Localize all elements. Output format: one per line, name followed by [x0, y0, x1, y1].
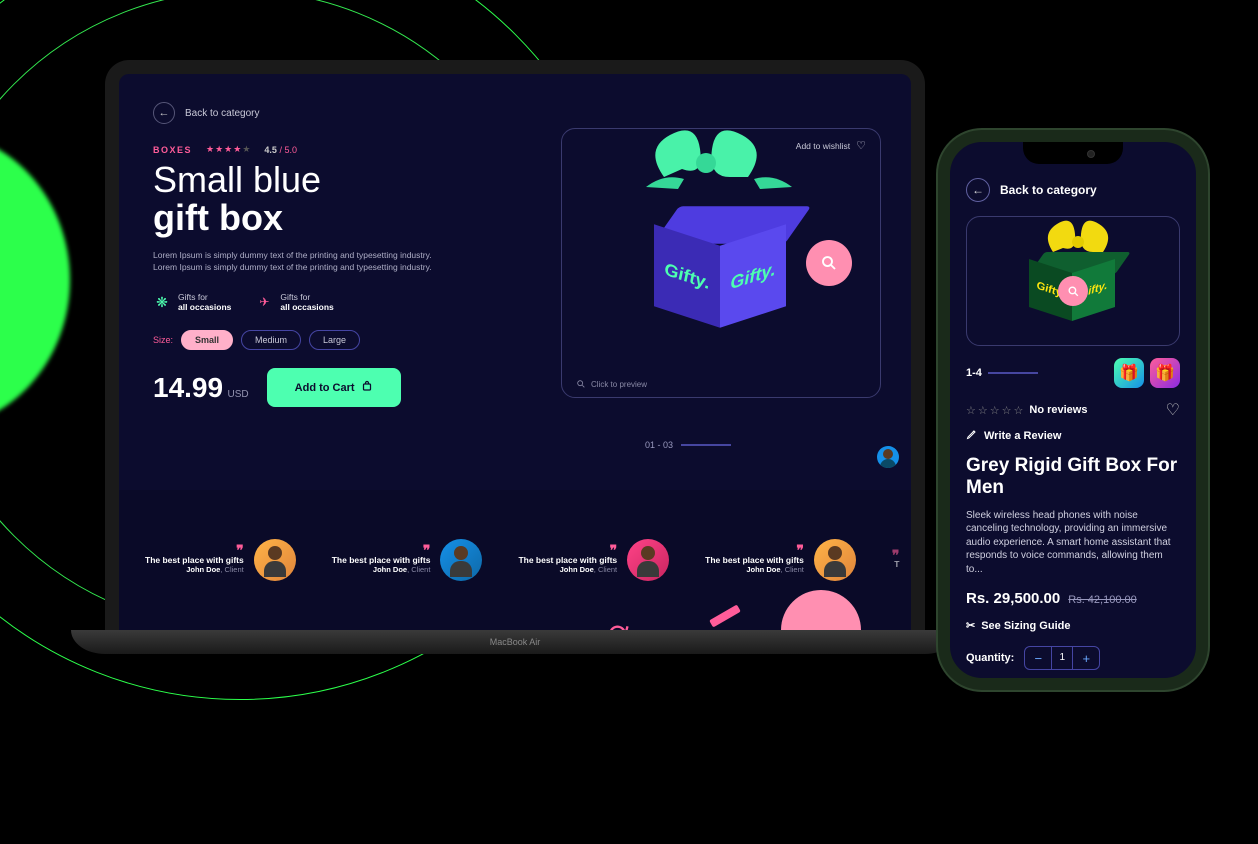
- wishlist-label[interactable]: Add to wishlist: [796, 141, 850, 151]
- rating-value: 4.5 / 5.0: [264, 145, 297, 155]
- size-option-large[interactable]: Large: [309, 330, 360, 350]
- phone-mockup: ← Back to category Gifty. Gifty. 1-4: [938, 130, 1208, 690]
- product-preview: Gifty. Gifty.: [966, 216, 1180, 346]
- quote-icon: ❞: [518, 546, 617, 554]
- quantity-label: Quantity:: [966, 652, 1014, 664]
- price: Rs. 29,500.00: [966, 590, 1060, 607]
- back-button[interactable]: ←: [966, 178, 990, 202]
- product-title: Grey Rigid Gift Box For Men: [966, 455, 1180, 499]
- scissors-icon: ✂: [966, 619, 975, 632]
- avatar: [627, 539, 669, 581]
- category-label: BOXES: [153, 145, 192, 155]
- quantity-plus[interactable]: +: [1073, 647, 1099, 669]
- rating-stars: ☆☆☆☆☆ No reviews: [966, 404, 1087, 417]
- plane-icon: ✈: [255, 293, 273, 311]
- old-price: Rs. 42,100.00: [1068, 594, 1137, 606]
- click-to-preview[interactable]: Click to preview: [576, 379, 647, 389]
- write-review-link[interactable]: Write a Review: [966, 428, 1180, 443]
- arrow-decoration: ↷: [601, 613, 638, 630]
- avatar: [254, 539, 296, 581]
- back-button[interactable]: ←: [153, 102, 175, 124]
- size-label: Size:: [153, 335, 173, 345]
- price: 14.99 USD: [153, 372, 249, 404]
- phone-notch: [1023, 142, 1123, 164]
- quote-icon: ❞: [892, 551, 900, 559]
- quote-icon: ❞: [705, 546, 804, 554]
- thumbnail-2[interactable]: 🎁: [1150, 358, 1180, 388]
- thumbnail-1[interactable]: 🎁: [1114, 358, 1144, 388]
- heart-icon[interactable]: ♡: [856, 139, 866, 152]
- laptop-mockup: ← Back to category BOXES ★★★★★ 4.5 / 5.0…: [105, 60, 925, 654]
- device-label: MacBook Air: [490, 637, 541, 647]
- zoom-button[interactable]: [806, 240, 852, 286]
- quote-icon: ❞: [145, 546, 244, 554]
- avatar: [440, 539, 482, 581]
- testimonial-card: ❞ The best place with gifts John Doe, Cl…: [518, 508, 669, 612]
- quote-icon: ❞: [332, 546, 431, 554]
- tiny-avatar: [877, 446, 899, 468]
- bag-icon: [361, 380, 373, 395]
- testimonials-row: ❞ The best place with gifts John Doe, Cl…: [119, 490, 911, 630]
- rating-stars: ★★★★★: [206, 144, 250, 155]
- heart-icon[interactable]: ♡: [1166, 400, 1180, 420]
- product-description: Lorem Ipsum is simply dummy text of the …: [153, 249, 453, 275]
- back-label[interactable]: Back to category: [1000, 183, 1097, 197]
- quantity-stepper: − 1 +: [1024, 646, 1100, 670]
- quantity-value: 1: [1051, 647, 1073, 669]
- back-label[interactable]: Back to category: [185, 108, 259, 119]
- size-option-medium[interactable]: Medium: [241, 330, 301, 350]
- quantity-minus[interactable]: −: [1025, 647, 1051, 669]
- testimonial-card: ❞ The best place with gifts John Doe, Cl…: [145, 508, 296, 612]
- product-description: Sleek wireless head phones with noise ca…: [966, 509, 1180, 577]
- testimonial-card: ❞ T: [892, 508, 900, 612]
- testimonial-card: ❞ The best place with gifts John Doe, Cl…: [332, 508, 483, 612]
- gift-image: Gifty. Gifty.: [606, 165, 836, 335]
- product-preview: Add to wishlist ♡ Gifty. Gifty.: [561, 128, 881, 398]
- size-option-small[interactable]: Small: [181, 330, 233, 350]
- add-to-cart-button[interactable]: Add to Cart: [267, 368, 401, 407]
- image-counter: 01 - 03: [645, 440, 731, 450]
- image-counter: 1-4: [966, 367, 1038, 379]
- avatar: [814, 539, 856, 581]
- zoom-button[interactable]: [1058, 276, 1088, 306]
- sizing-guide-link[interactable]: ✂ See Sizing Guide: [966, 619, 1180, 632]
- balloon-icon: ❋: [153, 293, 171, 311]
- pencil-icon: [966, 428, 978, 443]
